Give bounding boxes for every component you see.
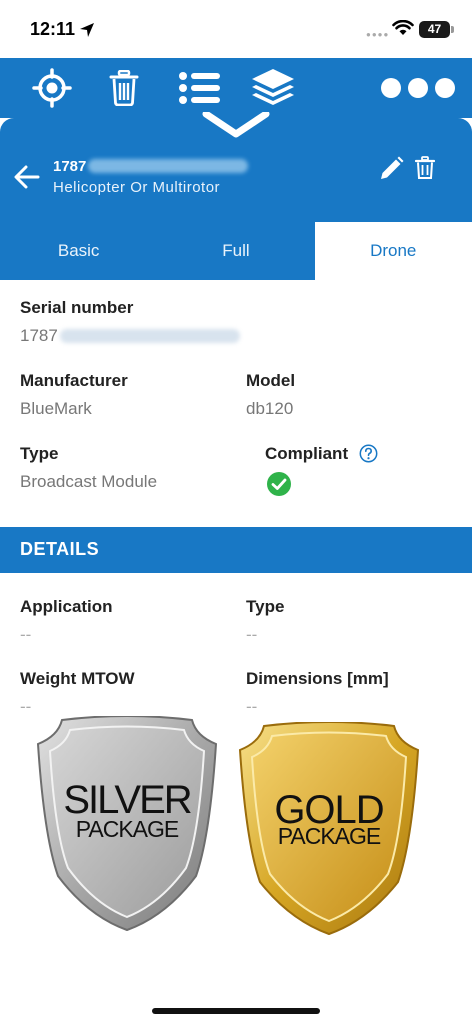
tab-basic[interactable]: Basic	[0, 222, 157, 280]
gold-package-badge[interactable]: GOLD PACKAGE	[238, 721, 420, 936]
type-label: Type	[20, 444, 59, 463]
weight-value: --	[20, 697, 32, 716]
serial-prefix: 1787	[53, 158, 87, 175]
more-dots-icon	[381, 78, 455, 98]
compliant-label: Compliant	[265, 444, 349, 463]
trash-icon[interactable]	[415, 156, 435, 180]
manufacturer-value: BlueMark	[20, 399, 92, 418]
application-label: Application	[20, 597, 113, 616]
home-indicator[interactable]	[152, 1008, 320, 1014]
gold-package-subtitle: PACKAGE	[277, 823, 382, 849]
chevron-down-icon[interactable]	[196, 112, 276, 142]
silver-package-badge[interactable]: SILVER PACKAGE	[36, 715, 218, 932]
silver-package-subtitle: PACKAGE	[75, 816, 180, 842]
list-icon	[179, 72, 220, 104]
status-time: 12:11	[30, 19, 76, 39]
more-button[interactable]	[380, 68, 456, 108]
status-bar: 12:11 ●●●● 47	[0, 0, 472, 58]
details-section-header: DETAILS	[0, 527, 472, 573]
tab-full[interactable]: Full	[157, 222, 314, 280]
manufacturer-label: Manufacturer	[20, 371, 128, 390]
drone-serial-title: 1787	[53, 158, 249, 175]
list-button[interactable]	[178, 68, 222, 108]
section-title: DETAILS	[20, 539, 100, 559]
layers-icon	[252, 69, 294, 105]
drone-category: Helicopter Or Multirotor	[53, 179, 221, 196]
trash-button[interactable]	[106, 68, 142, 108]
details-type-value: --	[246, 625, 258, 644]
weight-label: Weight MTOW	[20, 669, 135, 688]
toolbar	[0, 58, 472, 118]
pencil-icon[interactable]	[378, 156, 404, 182]
locate-button[interactable]	[32, 68, 72, 108]
serial-number-prefix: 1787	[20, 326, 58, 345]
wifi-icon	[392, 20, 414, 35]
serial-number-value: 1787	[20, 326, 240, 346]
tab-drone[interactable]: Drone	[314, 222, 472, 280]
redacted-serial	[88, 159, 249, 173]
redacted-serial-value	[59, 329, 240, 343]
serial-number-label: Serial number	[20, 298, 134, 317]
details-type-label: Type	[246, 597, 285, 616]
layers-button[interactable]	[250, 68, 296, 108]
detail-tabs: Basic Full Drone	[0, 222, 472, 280]
back-arrow-icon[interactable]	[14, 164, 40, 190]
crosshair-icon	[32, 68, 72, 108]
dimensions-value: --	[246, 697, 258, 716]
battery-icon: 47	[419, 21, 454, 38]
location-arrow-icon	[80, 23, 94, 37]
trash-icon	[109, 70, 139, 106]
check-circle-icon	[267, 472, 291, 496]
help-circle-icon[interactable]	[359, 444, 378, 463]
dimensions-label: Dimensions [mm]	[246, 669, 389, 688]
application-value: --	[20, 625, 32, 644]
model-value: db120	[246, 399, 294, 418]
type-value: Broadcast Module	[20, 472, 158, 491]
model-label: Model	[246, 371, 296, 390]
signal-icon: ●●●●	[366, 30, 390, 39]
silver-package-title: SILVER	[63, 778, 192, 822]
